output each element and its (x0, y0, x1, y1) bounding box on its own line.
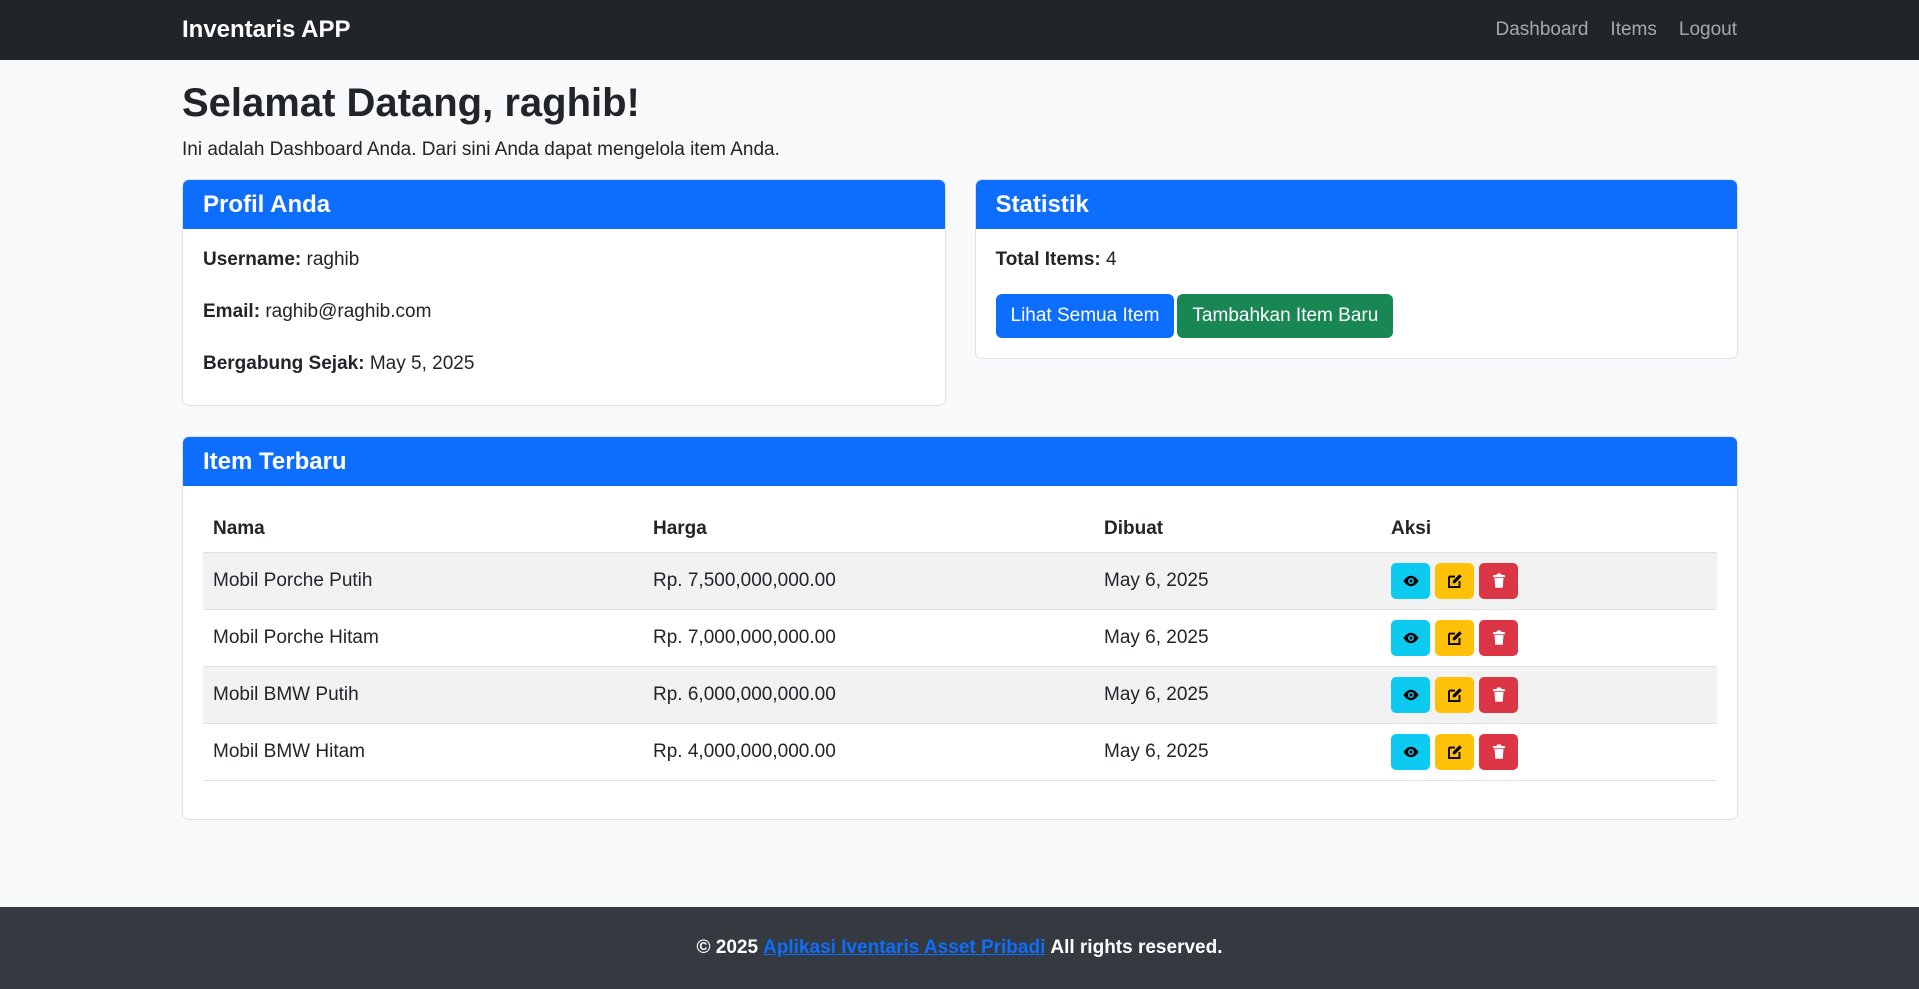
trash-icon (1490, 743, 1508, 761)
eye-icon (1402, 629, 1420, 647)
brand-logo[interactable]: Inventaris APP (182, 16, 351, 44)
cell-aksi (1381, 723, 1717, 782)
trash-icon (1490, 572, 1508, 590)
view-item-button[interactable] (1391, 620, 1430, 657)
navbar: Inventaris APP Dashboard Items Logout (0, 0, 1919, 60)
edit-item-button[interactable] (1435, 677, 1474, 714)
profile-card: Profil Anda Username: raghib Email: ragh… (182, 179, 946, 407)
edit-icon (1446, 743, 1464, 761)
cards-row: Profil Anda Username: raghib Email: ragh… (182, 179, 1738, 407)
column-header-harga: Harga (643, 506, 1094, 554)
footer-rights: All rights reserved. (1050, 937, 1223, 958)
page-subtitle: Ini adalah Dashboard Anda. Dari sini And… (182, 139, 780, 160)
recent-items-header: Item Terbaru (183, 437, 1737, 487)
recent-items-body: Nama Harga Dibuat Aksi Mobil Porche Puti… (183, 486, 1737, 819)
cell-harga: Rp. 7,000,000,000.00 (643, 609, 1094, 668)
edit-item-button[interactable] (1435, 563, 1474, 600)
table-row: Mobil BMW Hitam Rp. 4,000,000,000.00 May 6… (203, 723, 1717, 782)
delete-item-button[interactable] (1479, 563, 1518, 600)
email-value: raghib@raghib.com (265, 300, 432, 322)
cell-nama: Mobil BMW Putih (203, 666, 643, 725)
total-items: Total Items: 4 (996, 249, 1718, 272)
stats-card-header: Statistik (975, 180, 1737, 229)
cell-harga: Rp. 6,000,000,000.00 (643, 666, 1094, 725)
joined-value: May 5, 2025 (369, 352, 475, 374)
eye-icon (1402, 743, 1420, 761)
footer-copyright: © 2025 (696, 937, 759, 958)
cell-aksi (1381, 552, 1717, 611)
row-actions (1391, 620, 1707, 657)
eye-icon (1402, 686, 1420, 704)
view-item-button[interactable] (1391, 563, 1430, 600)
edit-item-button[interactable] (1435, 620, 1474, 657)
username-label: Username: (203, 249, 302, 270)
column-header-dibuat: Dibuat (1094, 506, 1381, 554)
cell-nama: Mobil BMW Hitam (203, 723, 643, 782)
nav-link-logout[interactable]: Logout (1679, 19, 1737, 41)
recent-items-card: Item Terbaru Nama Harga Dibuat Aksi Mobi… (182, 436, 1738, 821)
add-new-item-button[interactable]: Tambahkan Item Baru (1177, 293, 1394, 338)
view-item-button[interactable] (1391, 677, 1430, 714)
cell-nama: Mobil Porche Putih (203, 552, 643, 611)
profile-joined: Bergabung Sejak: May 5, 2025 (203, 353, 925, 376)
items-table: Nama Harga Dibuat Aksi Mobil Porche Puti… (203, 506, 1717, 782)
main-content: Selamat Datang, raghib! Ini adalah Dashb… (182, 79, 1738, 821)
page-title: Selamat Datang, raghib! (182, 81, 640, 125)
total-items-value: 4 (1106, 249, 1117, 270)
view-item-button[interactable] (1391, 734, 1430, 771)
profile-card-body: Username: raghib Email: raghib@raghib.co… (183, 229, 945, 405)
nav-link-dashboard[interactable]: Dashboard (1495, 19, 1588, 41)
cell-harga: Rp. 4,000,000,000.00 (643, 723, 1094, 782)
table-header-row: Nama Harga Dibuat Aksi (203, 506, 1717, 554)
table-row: Mobil BMW Putih Rp. 6,000,000,000.00 May 6… (203, 666, 1717, 725)
total-items-label: Total Items: (995, 249, 1101, 270)
view-all-items-button[interactable]: Lihat Semua Item (995, 293, 1175, 338)
row-actions (1391, 734, 1707, 771)
nav-link-items[interactable]: Items (1610, 19, 1656, 41)
joined-label: Bergabung Sejak: (203, 352, 365, 374)
row-actions (1391, 677, 1707, 714)
stats-card: Statistik Total Items: 4 Lihat Semua Ite… (974, 179, 1738, 359)
table-row: Mobil Porche Putih Rp. 7,500,000,000.00 Ma… (203, 552, 1717, 611)
column-header-nama: Nama (203, 506, 643, 554)
delete-item-button[interactable] (1479, 734, 1518, 771)
username-value: raghib (306, 249, 360, 270)
edit-icon (1446, 629, 1464, 647)
edit-icon (1446, 686, 1464, 704)
edit-item-button[interactable] (1435, 734, 1474, 771)
cell-aksi (1381, 609, 1717, 668)
table-row: Mobil Porche Hitam Rp. 7,000,000,000.00 Ma… (203, 609, 1717, 668)
cell-dibuat: May 6, 2025 (1094, 552, 1381, 611)
cell-dibuat: May 6, 2025 (1094, 723, 1381, 782)
delete-item-button[interactable] (1479, 677, 1518, 714)
profile-card-header: Profil Anda (183, 180, 945, 229)
nav-links: Dashboard Items Logout (1495, 19, 1737, 41)
trash-icon (1490, 686, 1508, 704)
cell-harga: Rp. 7,500,000,000.00 (643, 552, 1094, 611)
cell-dibuat: May 6, 2025 (1094, 666, 1381, 725)
footer-app-link[interactable]: Aplikasi Iventaris Asset Pribadi (763, 937, 1045, 959)
cell-nama: Mobil Porche Hitam (203, 609, 643, 668)
trash-icon (1490, 629, 1508, 647)
delete-item-button[interactable] (1479, 620, 1518, 657)
profile-username: Username: raghib (203, 249, 925, 272)
row-actions (1391, 563, 1707, 600)
column-header-aksi: Aksi (1381, 506, 1717, 554)
email-label: Email: (203, 300, 261, 322)
edit-icon (1446, 572, 1464, 590)
profile-email: Email: raghib@raghib.com (203, 301, 925, 324)
eye-icon (1402, 572, 1420, 590)
cell-dibuat: May 6, 2025 (1094, 609, 1381, 668)
stats-card-body: Total Items: 4 Lihat Semua Item Tambahkan… (976, 229, 1738, 358)
footer: © 2025 Aplikasi Iventaris Asset Pribadi … (0, 907, 1919, 989)
cell-aksi (1381, 666, 1717, 725)
